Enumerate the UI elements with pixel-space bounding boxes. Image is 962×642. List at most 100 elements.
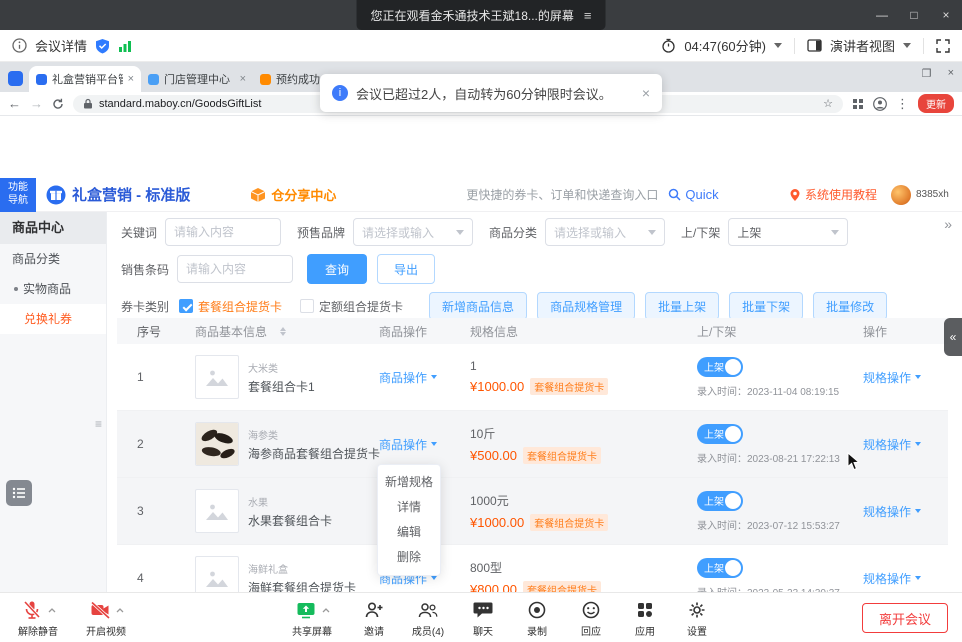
minimize-button[interactable]: —: [866, 0, 898, 30]
browser-menu-icon[interactable]: ⋮: [896, 97, 909, 110]
browser-logo-icon[interactable]: [8, 71, 23, 86]
batch-off-shelf-button[interactable]: 批量下架: [729, 292, 803, 320]
reactions-button[interactable]: 回应: [566, 598, 616, 638]
category-select[interactable]: 请选择或输入: [545, 218, 665, 246]
view-mode-label[interactable]: 演讲者视图: [830, 36, 895, 55]
fullscreen-icon[interactable]: [936, 39, 950, 53]
quick-label: Quick: [685, 187, 718, 202]
watching-banner: 您正在观看金禾通技术王斌18...的屏幕: [357, 0, 606, 30]
table-row: 2 海参类 海参商品套餐组合提货卡 商品操作: [117, 411, 948, 478]
menu-item-details[interactable]: 详情: [378, 495, 440, 520]
screen: 您正在观看金禾通技术王斌18...的屏幕 — □ × 会议详情 04:47(60…: [0, 0, 962, 642]
chevron-up-icon[interactable]: [322, 608, 330, 613]
forward-icon[interactable]: →: [30, 97, 43, 110]
combo-card-checkbox-label[interactable]: 套餐组合提货卡: [198, 298, 282, 315]
menu-item-delete[interactable]: 删除: [378, 545, 440, 570]
timer-caret-icon[interactable]: [774, 43, 782, 48]
meeting-timer[interactable]: 04:47(60分钟): [684, 36, 766, 55]
back-icon[interactable]: ←: [8, 97, 21, 110]
start-video-button[interactable]: 开启视频: [74, 598, 138, 638]
browser-close-button[interactable]: ×: [948, 67, 954, 80]
spec-op-link[interactable]: 规格操作: [863, 436, 921, 453]
bookmark-star-icon[interactable]: ☆: [823, 97, 833, 110]
collapse-filters-icon[interactable]: [944, 216, 952, 232]
meeting-control-bar: 解除静音 开启视频 共享屏幕 邀请 成员(4): [0, 592, 962, 642]
refresh-icon[interactable]: [52, 98, 64, 110]
chat-button[interactable]: 聊天: [458, 598, 508, 638]
browser-restore-button[interactable]: ❐: [922, 67, 932, 80]
keyword-input[interactable]: [165, 218, 281, 246]
browser-tab-2[interactable]: 门店管理中心 ×: [141, 66, 253, 92]
shelf-toggle[interactable]: 上架: [697, 357, 743, 377]
avatar[interactable]: [891, 185, 911, 205]
spec-op-link[interactable]: 规格操作: [863, 503, 921, 520]
settings-button[interactable]: 设置: [672, 598, 722, 638]
product-op-link[interactable]: 商品操作: [379, 436, 437, 453]
combo-card-checkbox[interactable]: [179, 299, 193, 313]
chevron-up-icon[interactable]: [116, 608, 124, 613]
share-center-link[interactable]: 仓分享中心: [250, 185, 336, 204]
shelf-select[interactable]: 上架: [728, 218, 848, 246]
toggle-knob: [725, 426, 741, 442]
tab-close-icon[interactable]: ×: [128, 73, 134, 85]
gear-icon: [686, 599, 708, 621]
spec-op-link[interactable]: 规格操作: [863, 570, 921, 587]
sidebar-item-gift-vouchers[interactable]: 兑换礼券: [0, 304, 106, 334]
product-image: [195, 422, 239, 466]
fixed-card-checkbox-label[interactable]: 定额组合提货卡: [319, 298, 403, 315]
sidebar: 商品中心 商品分类 实物商品 兑换礼券: [0, 212, 107, 642]
notice-close-icon[interactable]: ×: [642, 85, 650, 101]
shelf-toggle[interactable]: 上架: [697, 491, 743, 511]
add-product-button[interactable]: 新增商品信息: [429, 292, 527, 320]
batch-edit-button[interactable]: 批量修改: [813, 292, 887, 320]
quick-search-link[interactable]: Quick: [668, 187, 718, 202]
tab-close-icon[interactable]: ×: [240, 73, 246, 85]
export-button[interactable]: 导出: [377, 254, 435, 284]
shield-check-icon[interactable]: [95, 38, 110, 54]
leave-meeting-button[interactable]: 离开会议: [862, 603, 948, 633]
product-op-link[interactable]: 商品操作: [379, 369, 437, 386]
sort-icon[interactable]: [280, 327, 286, 336]
tutorial-link[interactable]: 系统使用教程: [789, 186, 877, 203]
sidebar-item-categories[interactable]: 商品分类: [0, 244, 106, 274]
unmute-button[interactable]: 解除静音: [6, 598, 70, 638]
shelf-toggle[interactable]: 上架: [697, 558, 743, 578]
update-badge[interactable]: 更新: [918, 94, 954, 113]
control-label: 邀请: [364, 623, 384, 638]
sidebar-item-physical-goods[interactable]: 实物商品: [0, 274, 106, 304]
view-caret-icon[interactable]: [903, 43, 911, 48]
fixed-card-checkbox[interactable]: [300, 299, 314, 313]
function-nav-tab[interactable]: 功能 导航: [0, 178, 36, 212]
members-button[interactable]: 成员(4): [400, 598, 456, 638]
chevron-up-icon[interactable]: [48, 608, 56, 613]
barcode-input[interactable]: [177, 255, 293, 283]
brand-select[interactable]: 请选择或输入: [353, 218, 473, 246]
extensions-icon[interactable]: [852, 98, 864, 110]
profile-icon[interactable]: [873, 97, 887, 111]
floating-list-widget[interactable]: [6, 480, 32, 506]
sidebar-grip-icon[interactable]: [95, 417, 102, 431]
search-button[interactable]: 查询: [307, 254, 367, 284]
menu-item-edit[interactable]: 编辑: [378, 520, 440, 545]
filter-row-1: 关键词 预售品牌 请选择或输入 商品分类 请选择或输入 上/下架 上架: [121, 218, 848, 246]
record-button[interactable]: 录制: [512, 598, 562, 638]
batch-on-shelf-button[interactable]: 批量上架: [645, 292, 719, 320]
share-screen-button[interactable]: 共享屏幕: [280, 598, 344, 638]
product-op-dropdown: 新增规格 详情 编辑 删除: [377, 464, 441, 576]
divider: [794, 38, 795, 54]
menu-item-add-spec[interactable]: 新增规格: [378, 470, 440, 495]
close-button[interactable]: ×: [930, 0, 962, 30]
apps-button[interactable]: 应用: [620, 598, 670, 638]
shelf-toggle[interactable]: 上架: [697, 424, 743, 444]
invite-button[interactable]: 邀请: [346, 598, 402, 638]
sidebar-section-product-center[interactable]: 商品中心: [0, 212, 106, 244]
browser-tab-1[interactable]: 礼盒营销平台管理中心 ×: [29, 66, 141, 92]
product-category: 海鲜礼盒: [248, 561, 356, 576]
meeting-details[interactable]: 会议详情: [12, 36, 132, 55]
spec-manage-button[interactable]: 商品规格管理: [537, 292, 635, 320]
side-panel-expander[interactable]: [944, 318, 962, 356]
maximize-button[interactable]: □: [898, 0, 930, 30]
username[interactable]: 8385xh: [916, 189, 954, 201]
hamburger-icon[interactable]: [584, 8, 592, 23]
spec-op-link[interactable]: 规格操作: [863, 369, 921, 386]
